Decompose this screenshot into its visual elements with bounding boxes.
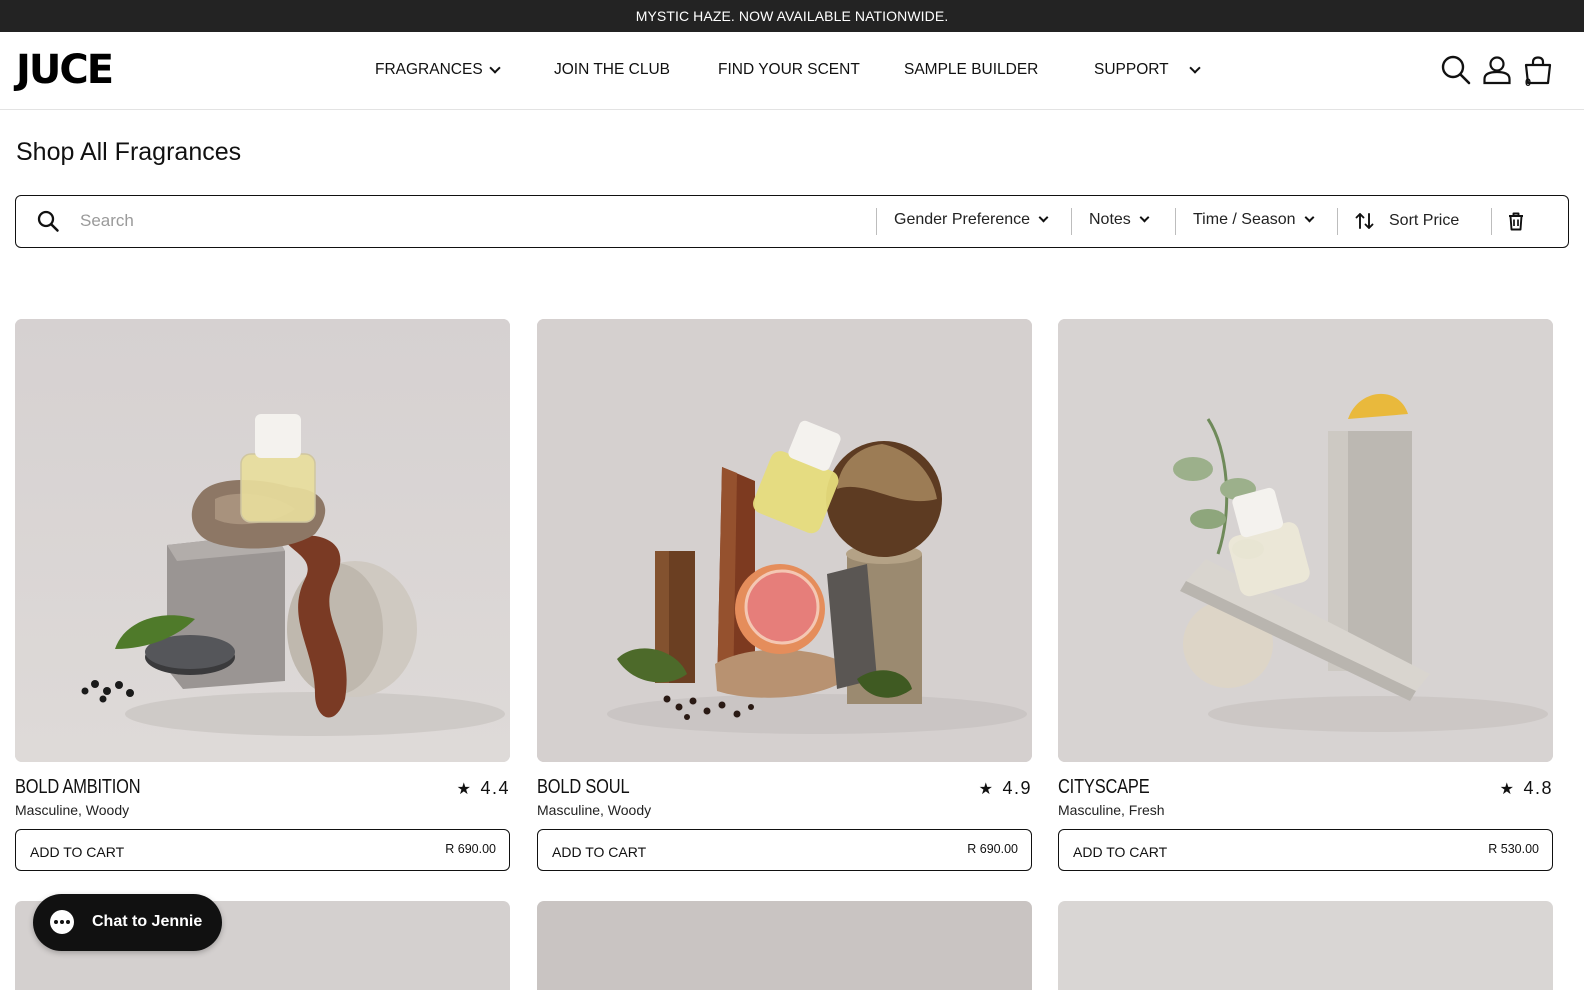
search-icon xyxy=(37,210,59,232)
chevron-down-icon xyxy=(1139,212,1150,223)
notes-filter[interactable]: Notes xyxy=(1089,211,1150,229)
add-to-cart-label: ADD TO CART xyxy=(552,844,647,860)
announcement-bar: MYSTIC HAZE. NOW AVAILABLE NATIONWIDE. xyxy=(0,0,1584,32)
nav-support[interactable]: SUPPORT xyxy=(1094,61,1201,79)
trash-icon[interactable] xyxy=(1507,211,1525,231)
nav-label: FRAGRANCES xyxy=(375,61,483,78)
product-card[interactable]: BOLD SOUL ★ 4.9 Masculine, Woody ADD TO … xyxy=(537,319,1032,871)
product-card[interactable]: BOLD AMBITION ★ 4.4 Masculine, Woody ADD… xyxy=(15,319,510,871)
product-name[interactable]: CITYSCAPE xyxy=(1058,776,1150,799)
nav-label: SUPPORT xyxy=(1094,61,1169,78)
chat-button[interactable]: Chat to Jennie xyxy=(33,894,222,951)
announcement-text: MYSTIC HAZE. NOW AVAILABLE NATIONWIDE. xyxy=(635,8,949,24)
star-icon: ★ xyxy=(1499,780,1516,798)
product-image[interactable] xyxy=(537,901,1032,990)
product-image[interactable] xyxy=(1058,319,1553,762)
divider xyxy=(876,208,877,235)
add-to-cart-button[interactable]: ADD TO CART R 530.00 xyxy=(1058,829,1553,871)
search-icon[interactable] xyxy=(1440,54,1472,86)
product-card[interactable]: CITYSCAPE ★ 4.8 Masculine, Fresh ADD TO … xyxy=(1058,319,1553,871)
add-to-cart-button[interactable]: ADD TO CART R 690.00 xyxy=(537,829,1032,871)
nav-label: FIND YOUR SCENT xyxy=(718,61,860,78)
time-season-filter[interactable]: Time / Season xyxy=(1193,211,1315,229)
product-tags: Masculine, Woody xyxy=(537,802,652,818)
product-tags: Masculine, Fresh xyxy=(1058,802,1165,818)
product-tags: Masculine, Woody xyxy=(15,802,130,818)
nav-join-the-club[interactable]: JOIN THE CLUB xyxy=(554,61,670,79)
filter-bar: Gender Preference Notes Time / Season So… xyxy=(15,195,1569,248)
filter-label: Time / Season xyxy=(1193,211,1296,228)
filter-label: Notes xyxy=(1089,211,1131,228)
chat-bubble-icon xyxy=(50,910,74,934)
chevron-down-icon xyxy=(1188,61,1201,74)
product-rating: ★ 4.9 xyxy=(979,778,1032,799)
page-title: Shop All Fragrances xyxy=(16,138,242,166)
product-image[interactable] xyxy=(15,319,510,762)
divider xyxy=(1491,208,1492,235)
product-name[interactable]: BOLD AMBITION xyxy=(15,776,141,799)
sort-price-button[interactable]: Sort Price xyxy=(1355,211,1459,231)
product-image[interactable] xyxy=(1058,901,1553,990)
rating-value: 4.8 xyxy=(1523,778,1553,798)
filter-label: Sort Price xyxy=(1389,212,1460,229)
star-icon: ★ xyxy=(456,780,473,798)
nav-sample-builder[interactable]: SAMPLE BUILDER xyxy=(904,61,1038,79)
gender-preference-filter[interactable]: Gender Preference xyxy=(894,211,1049,229)
add-to-cart-button[interactable]: ADD TO CART R 690.00 xyxy=(15,829,510,871)
rating-value: 4.4 xyxy=(480,778,510,798)
cart-count: 0 xyxy=(1525,77,1532,89)
sort-arrows-icon xyxy=(1355,213,1374,229)
cart-button[interactable]: 0 xyxy=(1522,54,1554,89)
rating-value: 4.9 xyxy=(1002,778,1032,798)
product-rating: ★ 4.8 xyxy=(1500,778,1553,799)
divider xyxy=(1337,208,1338,235)
site-header: JUCE FRAGRANCES JOIN THE CLUB FIND YOUR … xyxy=(0,32,1584,110)
add-to-cart-label: ADD TO CART xyxy=(1073,844,1168,860)
product-rating: ★ 4.4 xyxy=(457,778,510,799)
divider xyxy=(1071,208,1072,235)
nav-label: JOIN THE CLUB xyxy=(554,61,670,78)
divider xyxy=(1175,208,1176,235)
chevron-down-icon xyxy=(1304,212,1315,223)
nav-label: SAMPLE BUILDER xyxy=(904,61,1039,78)
search-input[interactable] xyxy=(80,205,860,237)
product-price: R 690.00 xyxy=(967,842,1018,856)
star-icon: ★ xyxy=(978,780,995,798)
account-icon[interactable] xyxy=(1481,54,1513,86)
product-price: R 690.00 xyxy=(445,842,496,856)
add-to-cart-label: ADD TO CART xyxy=(30,844,125,860)
chevron-down-icon xyxy=(1038,212,1049,223)
chat-label: Chat to Jennie xyxy=(92,913,203,930)
brand-logo[interactable]: JUCE xyxy=(16,50,114,90)
chevron-down-icon xyxy=(488,61,501,74)
filter-label: Gender Preference xyxy=(894,211,1031,228)
product-price: R 530.00 xyxy=(1488,842,1539,856)
nav-fragrances[interactable]: FRAGRANCES xyxy=(375,61,501,79)
product-image[interactable] xyxy=(537,319,1032,762)
nav-find-your-scent[interactable]: FIND YOUR SCENT xyxy=(718,61,860,79)
product-name[interactable]: BOLD SOUL xyxy=(537,776,630,799)
